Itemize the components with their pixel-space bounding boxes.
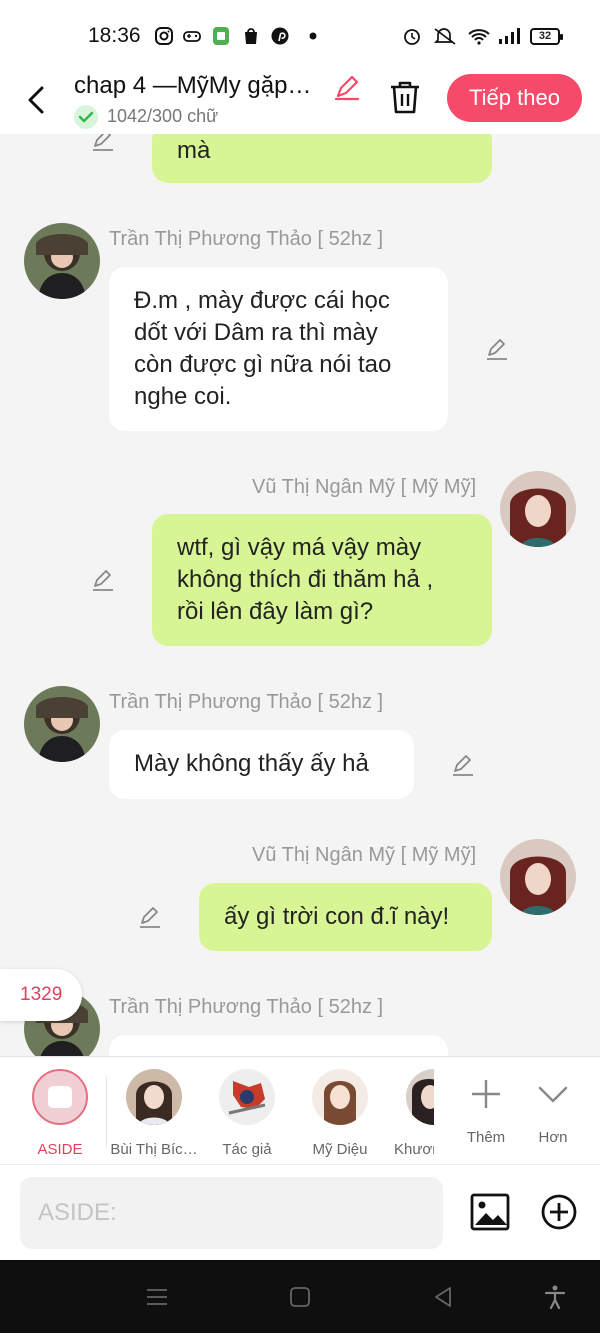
message-counter[interactable]: 1329 (0, 969, 82, 1021)
next-button[interactable]: Tiếp theo (447, 74, 582, 122)
character-label: ASIDE (37, 1141, 83, 1158)
message-line: nghe coi. (134, 383, 232, 410)
message-line: wtf, gì vậy má vậy mày (177, 534, 422, 561)
avatar[interactable] (500, 839, 576, 915)
edit-message-icon[interactable] (484, 335, 510, 361)
status-time: 18:36 (88, 24, 141, 47)
avatar[interactable] (500, 471, 576, 547)
app-green-icon (213, 27, 229, 45)
character-label: Mỹ Diệu (312, 1141, 368, 1158)
message-text: Mày không thấy ấy hả (134, 750, 369, 777)
character-label: Hơn (538, 1129, 568, 1146)
dot-icon (309, 32, 317, 40)
chevron-down-icon (538, 1086, 568, 1103)
character-item[interactable]: Mỹ Diệu (295, 1069, 385, 1158)
message-bubble[interactable]: mà (152, 134, 492, 183)
character-aside[interactable]: ASIDE (15, 1069, 105, 1158)
avatar[interactable] (24, 686, 100, 762)
chat-area: mà Trần Thị Phương Thảo [ 52hz ] Đ.m , m… (0, 134, 600, 1056)
home-icon[interactable] (287, 1284, 313, 1310)
message-text: mà (177, 137, 211, 164)
message-line: còn được gì nữa nói tao (134, 351, 392, 378)
edit-title-icon[interactable] (332, 72, 362, 102)
edit-message-icon[interactable] (450, 751, 476, 777)
system-nav-bar (0, 1260, 600, 1333)
character-bar: ASIDE Bùi Thị Bíc… Tác giả Mỹ Diệu Khươn… (0, 1056, 600, 1164)
image-icon[interactable] (470, 1193, 510, 1231)
mute-icon (433, 28, 456, 45)
edit-message-icon[interactable] (137, 903, 163, 929)
message-bubble[interactable]: Đ.m , mày được cái học dốt với Dâm ra th… (109, 267, 448, 431)
instagram-icon (155, 27, 173, 45)
character-item[interactable]: Bùi Thị Bíc… (109, 1069, 199, 1158)
shop-icon (245, 28, 257, 44)
input-row (0, 1164, 600, 1260)
add-circle-icon[interactable] (540, 1193, 578, 1231)
message-text: ấy gì trời con đ.ĩ này! (224, 903, 450, 930)
trash-icon[interactable] (388, 78, 422, 116)
accessibility-icon[interactable] (542, 1284, 568, 1310)
pinterest-icon (271, 27, 289, 45)
avatar[interactable] (24, 223, 100, 299)
back-nav-icon[interactable] (430, 1284, 456, 1310)
message-line: Đ.m , mày được cái học (134, 287, 390, 314)
wifi-icon (468, 29, 490, 45)
word-count: 1042/300 chữ (107, 106, 219, 126)
edit-message-icon[interactable] (90, 566, 116, 592)
avatar (312, 1069, 368, 1125)
message-bubble[interactable]: wtf, gì vậy má vậy mày không thích đi th… (152, 514, 492, 646)
signal-icon (499, 28, 520, 44)
gamepad-icon (183, 31, 201, 42)
avatar (406, 1069, 434, 1125)
menu-icon[interactable] (144, 1284, 170, 1310)
sender-name: Vũ Thị Ngân Mỹ [ Mỹ Mỹ] (252, 476, 477, 498)
chapter-title[interactable]: chap 4 —MỹMy gặp… (74, 72, 330, 100)
sender-name: Trần Thị Phương Thảo [ 52hz ] (109, 228, 384, 250)
message-line: dốt với Dâm ra thì mày (134, 319, 378, 346)
character-item[interactable]: Khươn (386, 1069, 434, 1158)
character-item[interactable]: Tác giả (202, 1069, 292, 1158)
message-bubble[interactable]: ấy gì trời con đ.ĩ này! (199, 883, 492, 951)
aside-icon (32, 1069, 88, 1125)
status-bar: 18:36 32 (0, 0, 600, 72)
character-label: Tác giả (222, 1141, 272, 1158)
character-label: Khươn (394, 1141, 434, 1158)
aside-input[interactable] (20, 1177, 443, 1249)
sender-name: Trần Thị Phương Thảo [ 52hz ] (109, 996, 384, 1018)
back-icon[interactable] (22, 80, 52, 120)
message-line: rồi lên đây làm gì? (177, 598, 374, 625)
message-bubble[interactable]: Mày không thấy ấy hả (109, 730, 414, 799)
avatar (219, 1069, 275, 1125)
battery-icon: 32 (530, 28, 563, 45)
avatar (126, 1069, 182, 1125)
alarm-icon (404, 29, 420, 45)
message-line: không thích đi thăm hả , (177, 566, 434, 593)
character-label: Bùi Thị Bíc… (110, 1141, 198, 1158)
message-bubble[interactable] (109, 1035, 448, 1056)
more-characters-button[interactable]: Hơn (513, 1069, 593, 1146)
check-icon (74, 105, 98, 129)
sender-name: Trần Thị Phương Thảo [ 52hz ] (109, 691, 384, 713)
sender-name: Vũ Thị Ngân Mỹ [ Mỹ Mỹ] (252, 844, 477, 866)
plus-icon (472, 1080, 500, 1108)
editor-header: chap 4 —MỹMy gặp… 1042/300 chữ Tiếp theo (0, 72, 600, 134)
edit-message-icon[interactable] (90, 134, 116, 152)
divider (106, 1077, 107, 1147)
